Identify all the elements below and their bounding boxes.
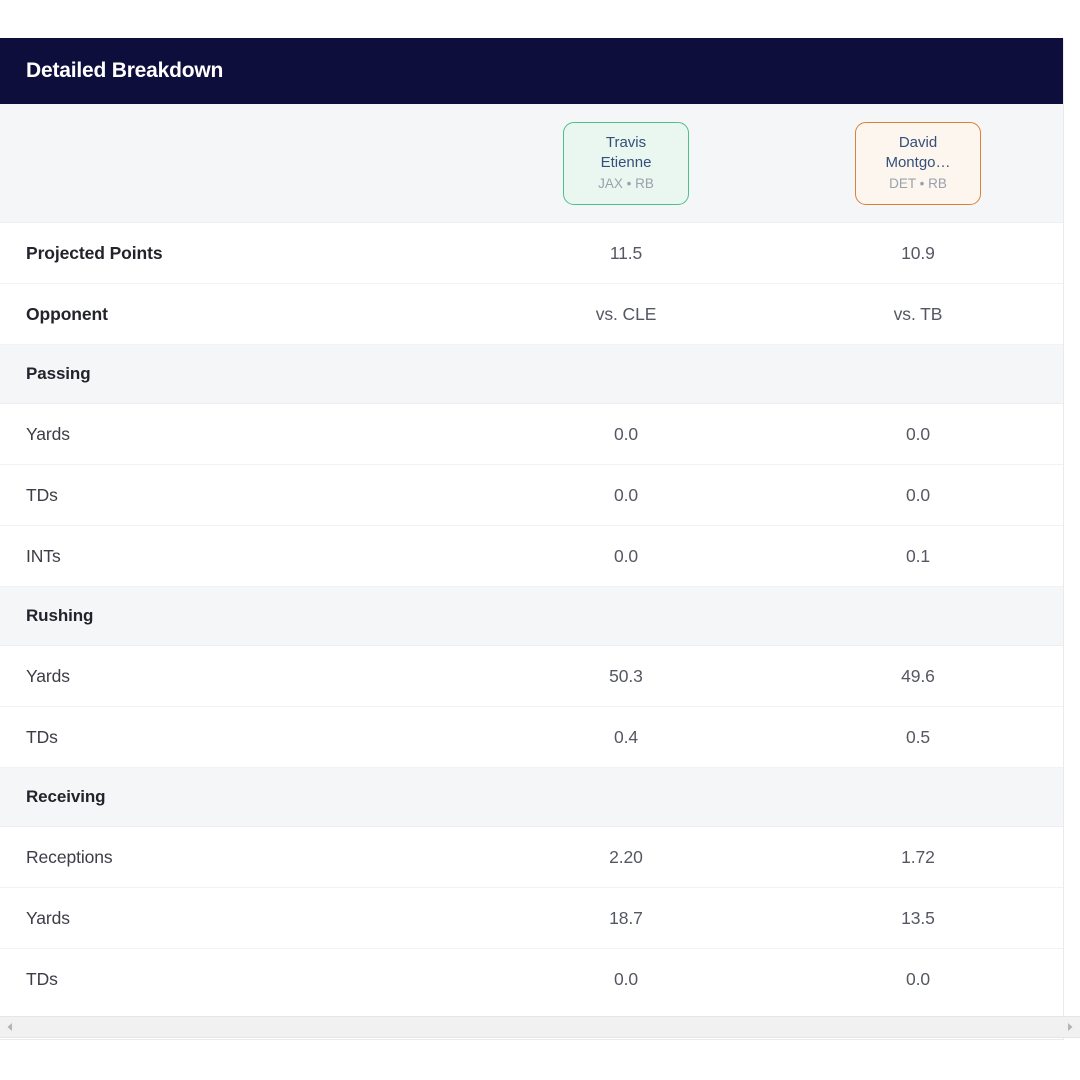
player-header-cell-1: Travis Etienne JAX • RB (480, 104, 772, 223)
table-row: TDs 0.0 0.0 (0, 948, 1063, 1009)
scrollbar-thumb[interactable] (17, 1019, 1057, 1035)
stat-value-player-1: 11.5 (480, 222, 772, 284)
section-header-label: Receiving (0, 767, 1063, 827)
stat-value-player-1: 2.20 (480, 826, 772, 888)
stat-value-player-1: 0.4 (480, 706, 772, 768)
stat-value-player-2: 0.1 (772, 525, 1063, 587)
section-header-row: Passing (0, 344, 1063, 404)
table-row: Receptions 2.20 1.72 (0, 826, 1063, 888)
stat-value-player-1: 50.3 (480, 645, 772, 707)
stat-value-player-1: 0.0 (480, 948, 772, 1009)
stat-value-player-2: 0.5 (772, 706, 1063, 768)
horizontal-scrollbar[interactable] (0, 1016, 1080, 1038)
table-row: TDs 0.0 0.0 (0, 464, 1063, 526)
player-team-position-2: DET • RB (889, 175, 947, 191)
player-header-cell-2: David Montgo… DET • RB (772, 104, 1063, 223)
stat-value-player-2: 0.0 (772, 948, 1063, 1009)
player-last-name-1: Etienne (600, 153, 652, 171)
scrollbar-track[interactable] (17, 1017, 1063, 1037)
section-header-row: Rushing (0, 586, 1063, 646)
player-card-travis-etienne[interactable]: Travis Etienne JAX • RB (563, 121, 689, 205)
detailed-breakdown-card: Detailed Breakdown Travis Etienne JAX • … (0, 38, 1064, 1040)
stat-value-player-1: vs. CLE (480, 283, 772, 345)
section-header-label: Passing (0, 344, 1063, 404)
chevron-right-icon[interactable] (1061, 1017, 1078, 1037)
stat-value-player-1: 0.0 (480, 464, 772, 526)
card-header: Detailed Breakdown (0, 38, 1063, 104)
player-first-name-2: David (898, 133, 938, 151)
page-title: Detailed Breakdown (26, 59, 224, 82)
table-row: Projected Points 11.5 10.9 (0, 222, 1063, 284)
breakdown-table: Travis Etienne JAX • RB David Montgo… DE… (0, 104, 1063, 1009)
detailed-breakdown-screen: Detailed Breakdown Travis Etienne JAX • … (0, 0, 1080, 1080)
stat-label: TDs (0, 706, 480, 768)
player-header-blank-cell (0, 104, 480, 223)
player-card-david-montgomery[interactable]: David Montgo… DET • RB (855, 121, 981, 205)
stat-value-player-2: 10.9 (772, 222, 1063, 284)
stat-value-player-2: 49.6 (772, 645, 1063, 707)
table-row: Yards 50.3 49.6 (0, 645, 1063, 707)
stat-label: Yards (0, 403, 480, 465)
stat-value-player-1: 0.0 (480, 525, 772, 587)
player-header-row: Travis Etienne JAX • RB David Montgo… DE… (0, 104, 1063, 223)
stat-label: INTs (0, 525, 480, 587)
stat-value-player-2: 13.5 (772, 887, 1063, 949)
table-row: TDs 0.4 0.5 (0, 706, 1063, 768)
stat-label: Yards (0, 645, 480, 707)
table-row: Yards 18.7 13.5 (0, 887, 1063, 949)
section-header-row: Receiving (0, 767, 1063, 827)
stat-value-player-2: 0.0 (772, 403, 1063, 465)
table-row: INTs 0.0 0.1 (0, 525, 1063, 587)
player-last-name-2: Montgo… (885, 153, 951, 171)
stat-label: Receptions (0, 826, 480, 888)
section-header-label: Rushing (0, 586, 1063, 646)
stat-value-player-2: vs. TB (772, 283, 1063, 345)
stat-value-player-2: 1.72 (772, 826, 1063, 888)
stat-label: Projected Points (0, 222, 480, 284)
stat-value-player-1: 18.7 (480, 887, 772, 949)
player-first-name-1: Travis (605, 133, 647, 151)
table-body: Projected Points 11.5 10.9 Opponent vs. CLE v… (0, 222, 1063, 1009)
table-head: Travis Etienne JAX • RB David Montgo… DE… (0, 104, 1063, 223)
stat-value-player-2: 0.0 (772, 464, 1063, 526)
stat-label: TDs (0, 948, 480, 1009)
stat-label: Yards (0, 887, 480, 949)
table-row: Opponent vs. CLE vs. TB (0, 283, 1063, 345)
table-row: Yards 0.0 0.0 (0, 403, 1063, 465)
stat-value-player-1: 0.0 (480, 403, 772, 465)
player-team-position-1: JAX • RB (598, 175, 654, 191)
stat-label: TDs (0, 464, 480, 526)
stat-label: Opponent (0, 283, 480, 345)
